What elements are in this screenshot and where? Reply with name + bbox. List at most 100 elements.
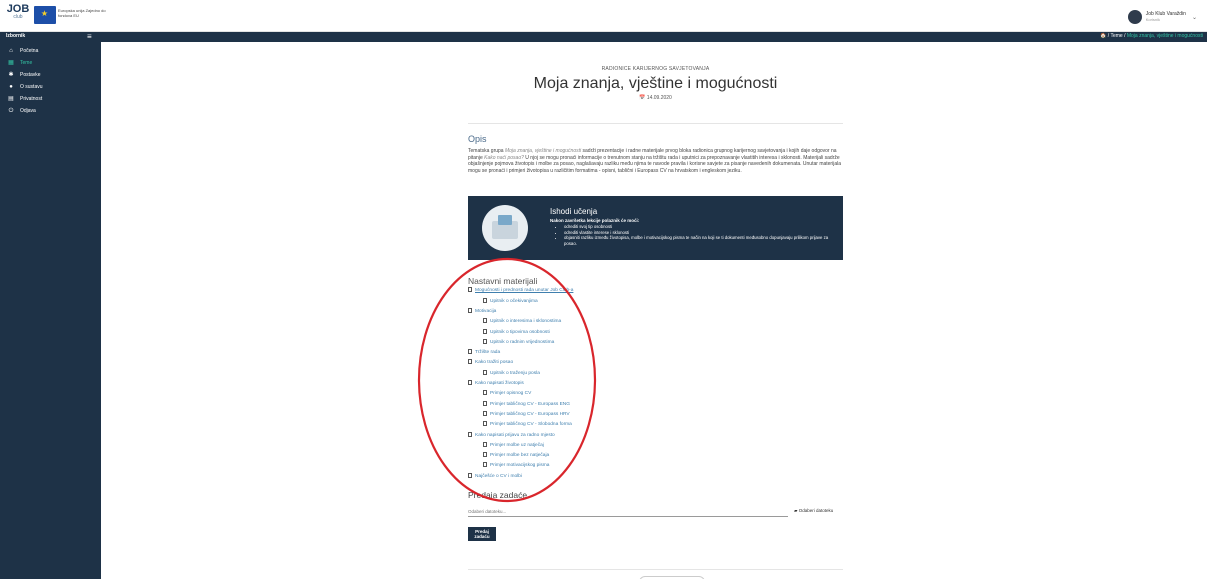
main-content: RADIONICE KARIJERNOG SAVJETOVANJA Moja z… [101, 42, 1207, 579]
document-icon [483, 421, 487, 427]
document-icon [483, 452, 487, 458]
material-link[interactable]: Upitnik o tipovima osobnosti [490, 330, 550, 335]
material-link[interactable]: Primjer tabličnog CV - Slobodna forma [490, 422, 572, 427]
sidebar-item-label: Teme [20, 59, 33, 66]
material-link[interactable]: Motivacija [475, 309, 496, 314]
material-link[interactable]: Kako tražiti posao [475, 360, 513, 365]
document-icon [468, 472, 472, 478]
sidebar-item-label: O sustavu [20, 83, 43, 90]
document-icon [483, 462, 487, 468]
outcomes-title: Ishodi učenja [550, 207, 598, 217]
top-bar: JOBclub Europska unija Zajedno do fondov… [0, 0, 1207, 32]
material-link[interactable]: Primjer tabličnog CV - Europass ENG [490, 402, 570, 407]
avatar [1127, 10, 1142, 24]
sidebar-item-3[interactable]: ● O sustavu [0, 81, 101, 92]
material-link[interactable]: Upitnik o očekivanjima [490, 299, 538, 304]
material-link[interactable]: Kako napisati prijavu za radno mjesto [475, 433, 555, 438]
submission-title: Predaja zadaće [468, 490, 528, 501]
choose-file-button[interactable]: ▰ Odaberi datoteku [794, 508, 833, 514]
sidebar-item-label: Početna [20, 47, 39, 54]
material-item[interactable]: Primjer molbe bez natječaja [468, 451, 843, 461]
material-link[interactable]: Najčešće o CV i molbi [475, 474, 522, 479]
material-item[interactable]: Najčešće o CV i molbi [468, 472, 843, 482]
material-item[interactable]: Primjer tabličnog CV - Slobodna forma [468, 420, 843, 430]
material-item[interactable]: Upitnik o očekivanjima [468, 297, 843, 307]
home-icon: ⌂ [9, 47, 13, 54]
material-item[interactable]: Primjer motivacijskog pisma [468, 461, 843, 471]
job-club-logo[interactable]: JOB club [6, 4, 30, 26]
document-icon [483, 338, 487, 344]
learning-outcomes-box: Ishodi učenja Nakon završetka lekcije po… [468, 196, 843, 261]
document-icon [483, 410, 487, 416]
breadcrumb-separator: / [1124, 33, 1126, 39]
sidebar-item-0[interactable]: ⌂ Početna [0, 45, 101, 56]
divider [468, 123, 843, 124]
description-title: Opis [468, 134, 487, 144]
document-icon: ▤ [8, 95, 14, 102]
nav-bar: Izbornik ≡ 🏠 / Teme / Moja znanja, vješt… [0, 32, 1207, 42]
material-item[interactable]: Kako napisati prijavu za radno mjesto [468, 431, 843, 441]
sidebar-item-label: Postavke [20, 71, 41, 78]
user-role: Korisnik [1145, 17, 1160, 22]
eu-funding-text: Europska unija Zajedno do fondova EU [58, 8, 106, 18]
material-item[interactable]: Tržište rada [468, 348, 843, 358]
material-item[interactable]: Upitnik o interesima i sklonostima [468, 317, 843, 327]
material-link[interactable]: Primjer tabličnog CV - Europass HRV [490, 412, 570, 417]
material-item[interactable]: Primjer molbe uz natječaj [468, 441, 843, 451]
material-item[interactable]: Mogućnosti i prednosti rada unutar Job C… [468, 286, 843, 296]
materials-list: Mogućnosti i prednosti rada unutar Job C… [468, 286, 843, 482]
sidebar: ⌂ Početna ▦ Teme ✱ Postavke ● O sustavu ▤ Privatn… [0, 42, 101, 579]
sidebar-item-label: Privatnost [20, 95, 43, 102]
learning-illustration-icon [482, 205, 528, 252]
outcome-item: objasniti razliku između životopisa, mol… [564, 235, 838, 246]
document-icon [483, 390, 487, 396]
material-link[interactable]: Primjer molbe uz natječaj [490, 443, 544, 448]
document-icon [483, 328, 487, 334]
material-item[interactable]: Kako tražiti posao [468, 358, 843, 368]
description-text: Tematska grupa Moja znanja, vještine i m… [468, 148, 841, 174]
material-item[interactable]: Primjer tabličnog CV - Europass HRV [468, 410, 843, 420]
sidebar-item-1[interactable]: ▦ Teme [0, 57, 101, 68]
material-item[interactable]: Upitnik o traženju posla [468, 369, 843, 379]
document-icon [483, 441, 487, 447]
material-item[interactable]: Kako napisati životopis [468, 379, 843, 389]
material-link[interactable]: Tržište rada [475, 350, 500, 355]
document-icon [483, 369, 487, 375]
power-icon: ⏻ [8, 107, 14, 114]
sidebar-item-2[interactable]: ✱ Postavke [0, 69, 101, 80]
material-item[interactable]: Motivacija [468, 307, 843, 317]
file-input[interactable] [468, 507, 788, 518]
document-icon [483, 297, 487, 303]
material-link[interactable]: Upitnik o radnim vrijednostima [490, 340, 554, 345]
material-link[interactable]: Upitnik o interesima i sklonostima [490, 319, 561, 324]
material-item[interactable]: Primjer opisnog CV [468, 389, 843, 399]
material-link[interactable]: Kako napisati životopis [475, 381, 524, 386]
material-link[interactable]: Mogućnosti i prednosti rada unutar Job C… [475, 288, 573, 293]
settings-icon: ✱ [8, 71, 14, 78]
materials-title: Nastavni materijali [468, 276, 538, 287]
category-label: RADIONICE KARIJERNOG SAVJETOVANJA [601, 66, 710, 72]
outcomes-list: odrediti svoj tip osobnosti odrediti vla… [558, 224, 838, 246]
material-link[interactable]: Primjer motivacijskog pisma [490, 463, 549, 468]
breadcrumb-home[interactable]: 🏠 / [1100, 33, 1109, 39]
material-link[interactable]: Primjer opisnog CV [490, 391, 531, 396]
divider [468, 569, 843, 571]
sidebar-item-4[interactable]: ▤ Privatnost [0, 93, 101, 104]
user-menu[interactable]: Job Klub Varaždin Korisnik ⌄ [1127, 7, 1197, 27]
hamburger-menu-icon[interactable]: ≡ [87, 32, 92, 41]
material-link[interactable]: Primjer molbe bez natječaja [490, 453, 549, 458]
material-item[interactable]: Upitnik o tipovima osobnosti [468, 328, 843, 338]
material-item[interactable]: Primjer tabličnog CV - Europass ENG [468, 400, 843, 410]
material-link[interactable]: Upitnik o traženju posla [490, 371, 540, 376]
breadcrumb-tema[interactable]: Teme [1110, 33, 1122, 39]
submit-homework-button[interactable]: Predaj zadaću [468, 527, 496, 542]
document-icon [483, 400, 487, 406]
chevron-down-icon: ⌄ [1191, 14, 1197, 21]
outcomes-intro: Nakon završetka lekcije polaznik će moći… [550, 218, 640, 224]
page-title: Moja znanja, vještine i mogućnosti [533, 75, 778, 92]
sidebar-item-5[interactable]: ⏻ Odjava [0, 105, 101, 116]
breadcrumb-current: Moja znanja, vještine i mogućnosti [1126, 33, 1203, 39]
breadcrumb: 🏠 / Teme / Moja znanja, vještine i moguć… [1100, 33, 1203, 39]
menu-title: Izbornik [6, 33, 26, 39]
material-item[interactable]: Upitnik o radnim vrijednostima [468, 338, 843, 348]
